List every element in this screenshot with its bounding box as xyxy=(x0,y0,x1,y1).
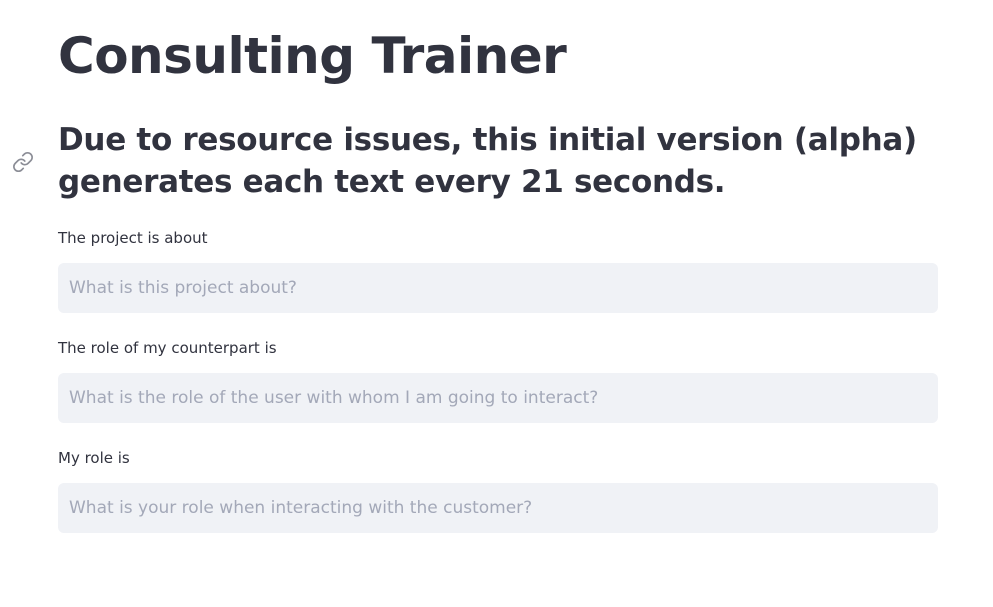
counterpart-role-field-label: The role of my counterpart is xyxy=(58,339,277,357)
counterpart-role-input[interactable] xyxy=(58,373,938,423)
my-role-field-label: My role is xyxy=(58,449,130,467)
page-title: Consulting Trainer xyxy=(58,27,567,85)
link-icon[interactable] xyxy=(11,150,35,174)
subtitle-section: Due to resource issues, this initial ver… xyxy=(58,119,948,203)
project-field-label: The project is about xyxy=(58,229,208,247)
project-input[interactable] xyxy=(58,263,938,313)
app-page: Consulting Trainer Due to resource issue… xyxy=(0,0,993,607)
page-subtitle: Due to resource issues, this initial ver… xyxy=(58,122,917,200)
my-role-input[interactable] xyxy=(58,483,938,533)
